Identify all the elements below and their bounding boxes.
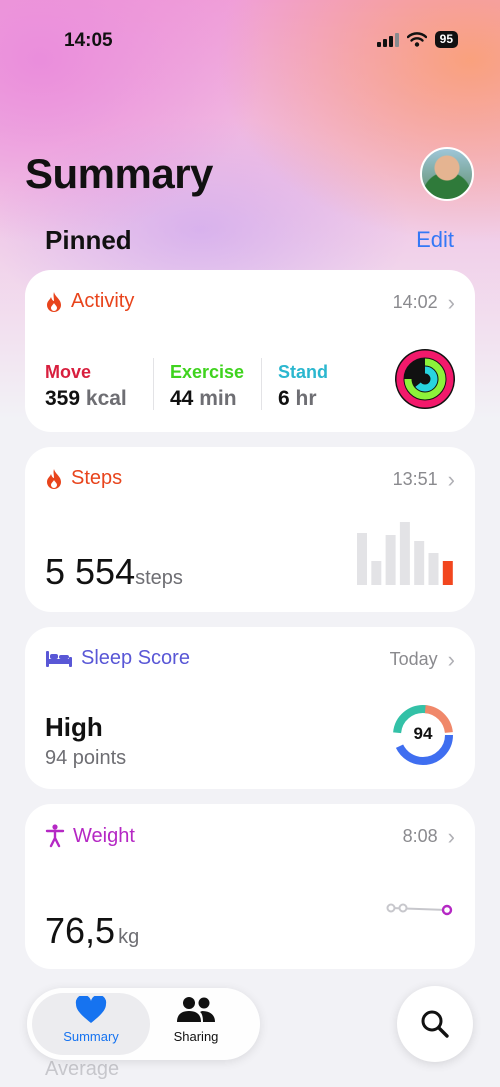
weight-title: Weight [73,824,135,847]
tab-summary[interactable]: Summary [32,994,150,1044]
heart-icon [75,994,107,1023]
status-icons: 95 [376,31,458,48]
wifi-icon [406,32,427,47]
steps-bar [385,535,396,585]
steps-bar [428,553,439,585]
average-label: Average [45,1058,120,1080]
activity-card[interactable]: Activity 14:02 › Move 359 kcal Exercise … [25,270,475,432]
card-time: Today › [389,646,455,672]
weight-value-row: 76,5 kg [45,910,139,952]
people-icon [177,997,215,1022]
activity-rings-icon [395,349,455,409]
sleep-score-card[interactable]: Sleep Score Today › High 94 points 94 [25,627,475,789]
exercise-unit: min [199,387,237,410]
tab-summary-label: Summary [63,1029,119,1044]
chevron-right-icon: › [447,466,455,492]
tab-sharing[interactable]: Sharing [137,996,255,1044]
tab-sharing-label: Sharing [173,1029,219,1044]
steps-value: 5 554 [45,551,136,592]
weight-value: 76,5 [45,910,116,951]
steps-time: 13:51 [392,469,438,489]
tab-bar: Summary Sharing [27,988,260,1060]
divider [153,358,154,410]
flame-icon [47,291,61,312]
move-value: 359 [45,387,81,410]
card-header: Weight [45,824,135,848]
steps-value-row: 5 554steps [45,551,183,593]
figure-icon [45,824,65,848]
steps-mini-chart [357,522,453,585]
sleep-detail: 94 points [45,747,127,769]
stand-value: 6 [278,387,290,410]
weight-time: 8:08 [402,826,438,846]
bed-icon [46,650,72,667]
stand-unit: hr [295,387,317,410]
cellular-signal-icon [376,32,399,47]
card-time: 14:02 › [392,289,455,315]
weight-unit: kg [118,926,140,948]
chevron-right-icon: › [447,289,455,315]
move-unit: kcal [85,387,127,410]
sleep-time: Today [389,649,438,669]
exercise-metric: Exercise 44 min [170,362,244,411]
search-button[interactable] [397,986,473,1062]
weight-card[interactable]: Weight 8:08 › 76,5 kg [25,804,475,969]
exercise-label: Exercise [170,362,245,382]
steps-card[interactable]: Steps 13:51 › 5 554steps [25,447,475,612]
move-label: Move [45,362,92,382]
card-header: Steps [45,467,122,490]
stand-metric: Stand 6 hr [278,362,328,411]
search-icon [421,1010,449,1038]
card-time: 8:08 › [402,823,455,849]
card-time: 13:51 › [392,466,455,492]
divider [261,358,262,410]
move-metric: Move 359 kcal [45,362,127,411]
weight-trend-chart [386,903,453,916]
steps-bar [399,522,410,585]
edit-button[interactable]: Edit [416,227,454,253]
activity-time: 14:02 [392,292,438,312]
sleep-score-gauge: 94 [391,703,455,767]
flame-icon [47,468,61,489]
profile-avatar[interactable] [420,147,474,201]
sleep-score-number: 94 [413,724,433,743]
status-time: 14:05 [64,30,113,51]
steps-bar [357,533,367,585]
status-bar: 14:05 95 [0,28,500,54]
activity-title: Activity [71,290,135,312]
card-header: Sleep Score [45,647,190,670]
card-header: Activity [45,290,134,313]
page-title: Summary [25,150,213,197]
chevron-right-icon: › [447,823,455,849]
exercise-value: 44 [170,387,194,410]
sleep-title: Sleep Score [81,647,190,669]
section-title-pinned: Pinned [45,225,132,255]
chevron-right-icon: › [447,646,455,672]
battery-icon: 95 [434,31,458,48]
sleep-value: High [45,712,103,742]
stand-label: Stand [278,362,329,382]
steps-unit: steps [135,567,183,589]
steps-bar [371,561,382,585]
steps-bar [442,561,453,585]
steps-title: Steps [71,467,123,489]
steps-bar [414,541,425,585]
